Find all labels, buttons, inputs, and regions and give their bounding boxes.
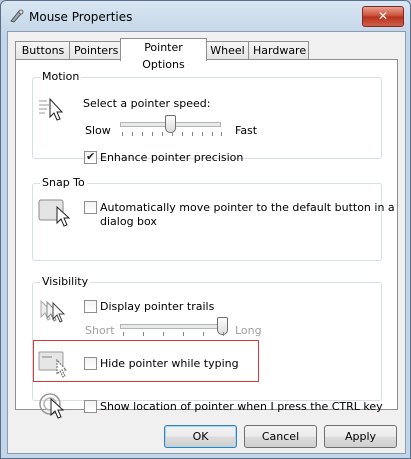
mouse-properties-window: Mouse Properties ✕ Buttons Pointers Poin… xyxy=(0,0,411,459)
tab-pointer-options[interactable]: Pointer Options xyxy=(120,38,207,71)
trail-tick xyxy=(123,332,124,336)
motion-group: Motion xyxy=(32,70,382,159)
tab-wheel[interactable]: Wheel xyxy=(204,41,251,60)
close-button[interactable]: ✕ xyxy=(362,6,404,27)
snap-to-button-icon xyxy=(38,199,71,227)
show-location-icon xyxy=(39,393,65,419)
show-location-checkbox[interactable] xyxy=(84,400,97,413)
ok-button[interactable]: OK xyxy=(164,425,237,448)
speed-tick xyxy=(212,132,213,136)
long-label: Long xyxy=(235,324,262,337)
hide-pointer-checkbox[interactable] xyxy=(84,357,97,370)
speed-tick xyxy=(182,132,183,136)
speed-tick xyxy=(221,132,222,136)
cancel-button[interactable]: Cancel xyxy=(244,425,317,448)
trail-tick xyxy=(183,332,184,336)
speed-tick xyxy=(142,132,143,136)
visibility-group-label: Visibility xyxy=(40,275,91,288)
trail-slider-track xyxy=(120,324,226,329)
speed-tick xyxy=(122,132,123,136)
snap-to-label-line2[interactable]: dialog box xyxy=(100,215,157,228)
trail-tick xyxy=(223,332,224,336)
speed-tick xyxy=(192,132,193,136)
window-title: Mouse Properties xyxy=(29,10,133,24)
speed-tick xyxy=(202,132,203,136)
speed-slider-thumb[interactable] xyxy=(164,115,176,133)
speed-tick xyxy=(132,132,133,136)
speed-tick xyxy=(152,132,153,136)
speed-tick xyxy=(172,132,173,136)
mouse-app-icon xyxy=(10,9,24,23)
tab-pointers[interactable]: Pointers xyxy=(69,41,123,60)
dialog-client-area: Buttons Pointers Pointer Options Wheel H… xyxy=(7,31,406,454)
tab-hardware[interactable]: Hardware xyxy=(248,41,309,60)
trail-tick xyxy=(163,332,164,336)
pointer-speed-label: Select a pointer speed: xyxy=(83,97,211,110)
hide-pointer-icon xyxy=(38,351,68,378)
pointer-options-panel: Motion Select a pointer speed: Slow Fast… xyxy=(15,59,398,419)
short-label: Short xyxy=(85,324,115,337)
snap-to-group: Snap To xyxy=(32,176,382,261)
snap-to-checkbox[interactable] xyxy=(84,201,97,214)
show-location-label[interactable]: Show location of pointer when I press th… xyxy=(100,400,383,413)
snap-to-group-label: Snap To xyxy=(40,176,87,189)
apply-button[interactable]: Apply xyxy=(324,425,397,448)
pointer-trails-checkbox[interactable] xyxy=(84,300,97,313)
speed-tick xyxy=(162,132,163,136)
pointer-speed-icon xyxy=(39,97,64,121)
tab-buttons[interactable]: Buttons xyxy=(15,41,71,60)
trail-tick xyxy=(203,332,204,336)
title-bar[interactable]: Mouse Properties ✕ xyxy=(1,1,410,31)
snap-to-label-line1[interactable]: Automatically move pointer to the defaul… xyxy=(100,201,395,214)
pointer-trails-icon xyxy=(40,299,66,323)
hide-pointer-label[interactable]: Hide pointer while typing xyxy=(100,357,239,370)
enhance-precision-checkbox[interactable] xyxy=(84,150,97,164)
slow-label: Slow xyxy=(85,124,111,137)
motion-group-label: Motion xyxy=(40,70,82,83)
fast-label: Fast xyxy=(235,124,258,137)
pointer-trails-label[interactable]: Display pointer trails xyxy=(100,300,214,313)
enhance-precision-label[interactable]: Enhance pointer precision xyxy=(100,151,243,164)
close-icon: ✕ xyxy=(377,9,389,23)
trail-tick xyxy=(143,332,144,336)
